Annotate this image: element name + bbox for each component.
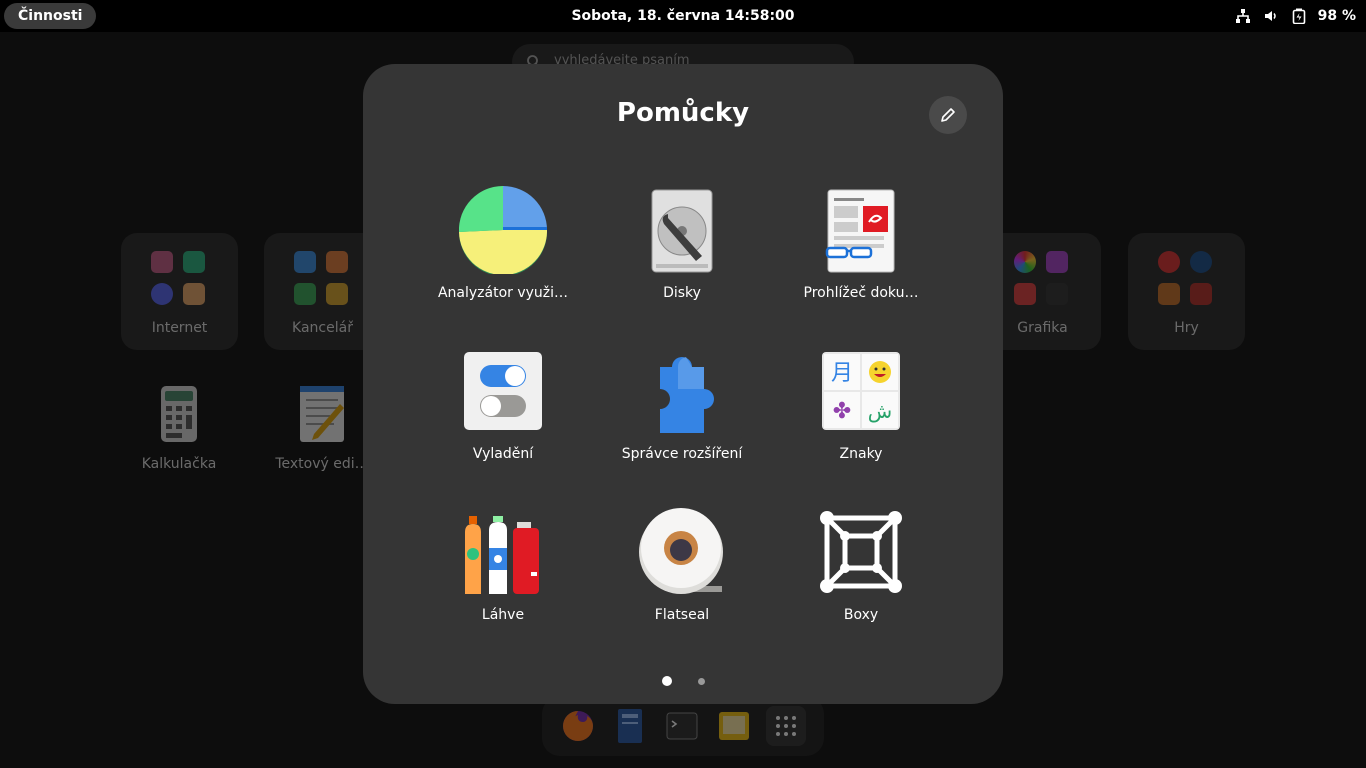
app-document-viewer[interactable]: Prohlížeč doku… [786,186,936,326]
svg-text:✤: ✤ [833,399,851,424]
app-znaky[interactable]: 月 ✤ ش Znaky [786,347,936,487]
app-flatseal[interactable]: Flatseal [607,508,757,648]
top-bar: Činnosti Sobota, 18. června 14:58:00 98 … [0,0,1366,32]
text-editor-icon [300,386,344,442]
bottles-icon [465,516,539,594]
app-label: Vyladění [472,446,534,462]
app-label: Znaky [839,446,883,462]
activities-button[interactable]: Činnosti [4,3,97,29]
page-dot-2[interactable] [697,677,705,685]
system-status-area[interactable]: 98 % [1234,0,1356,32]
app-grid-icon[interactable] [766,706,806,746]
clock: Sobota, 18. června 14:58:00 [0,0,1366,32]
app-label: Textový edi… [275,456,369,472]
document-viewer-icon [825,189,895,273]
app-boxy[interactable]: Boxy [786,508,936,648]
terminal-icon[interactable] [662,706,702,746]
tweaks-icon [464,352,542,430]
svg-text:月: 月 [831,361,853,386]
app-label: Prohlížeč doku… [803,285,919,301]
firefox-icon[interactable] [558,706,598,746]
disks-icon [651,189,713,273]
app-label: Kalkulačka [141,456,217,472]
battery-icon [1290,7,1308,25]
flatseal-icon [639,508,723,594]
folder-label: Hry [1174,320,1199,336]
folder-hry[interactable]: Hry [1128,233,1245,350]
volume-icon [1262,7,1280,25]
screenshot-icon[interactable] [714,706,754,746]
network-icon [1234,7,1252,25]
disk-usage-analyzer-icon [459,186,547,274]
app-disky[interactable]: Disky [607,186,757,326]
app-label: Analyzátor využi… [437,285,569,301]
app-lahve[interactable]: Láhve [428,508,578,648]
dash [542,696,824,756]
page-dot-1[interactable] [661,676,672,686]
app-extension-manager[interactable]: Správce rozšíření [607,347,757,487]
edit-folder-button[interactable] [929,96,967,134]
pencil-icon [941,108,955,122]
extension-manager-icon [660,357,714,433]
characters-icon: 月 ✤ ش [822,352,900,430]
app-label: Disky [663,285,701,301]
files-icon[interactable] [610,706,650,746]
app-label: Správce rozšíření [621,446,743,462]
app-vyladeni[interactable]: Vyladění [428,347,578,487]
battery-percentage: 98 % [1317,8,1356,24]
boxes-icon [820,511,902,593]
app-textovy-editor[interactable]: Textový edi… [272,384,372,472]
app-disk-usage-analyzer[interactable]: Analyzátor využi… [428,186,578,326]
app-label: Boxy [843,607,879,623]
app-kalkulacka[interactable]: Kalkulačka [129,384,229,472]
app-label: Flatseal [654,607,710,623]
folder-popup: Pomůcky Analyzátor využi… Disky Prohlíže… [363,64,1003,704]
folder-internet[interactable]: Internet [121,233,238,350]
clock-button[interactable]: Sobota, 18. června 14:58:00 [571,8,794,24]
folder-title[interactable]: Pomůcky [363,98,1003,128]
svg-text:ش: ش [868,399,892,423]
page-indicator [363,676,1003,686]
calculator-icon [161,386,197,442]
app-label: Láhve [481,607,525,623]
folder-label: Internet [151,320,208,336]
